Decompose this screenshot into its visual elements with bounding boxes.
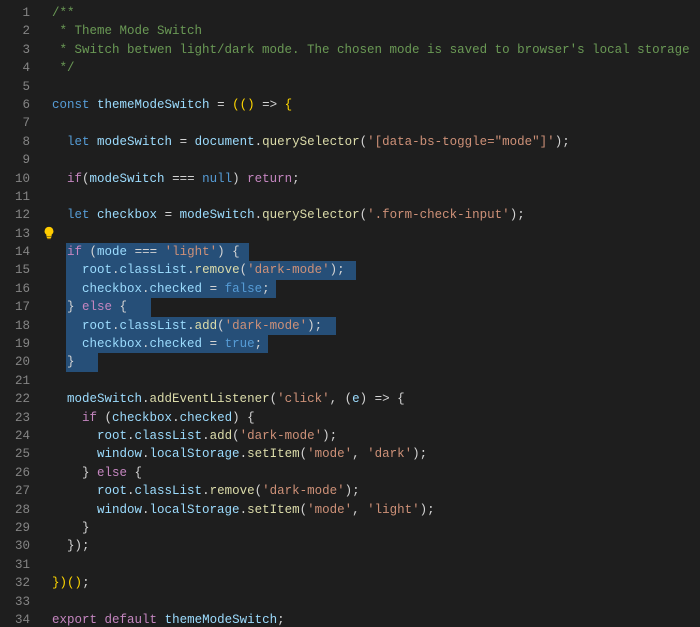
code-line[interactable] [52,78,700,96]
code-text: window.localStorage.setItem('mode', 'dar… [52,447,427,461]
code-line[interactable]: } [52,519,700,537]
code-line[interactable]: })(); [52,574,700,592]
line-number: 10 [0,170,40,188]
code-line[interactable] [52,593,700,611]
line-number: 25 [0,445,40,463]
line-number: 2 [0,22,40,40]
line-number: 4 [0,59,40,77]
line-number: 17 [0,298,40,316]
code-text: root.classList.add('dark-mode'); [52,319,322,333]
code-area[interactable]: /** * Theme Mode Switch * Switch betwen … [40,0,700,627]
code-line[interactable] [52,188,700,206]
code-line[interactable]: root.classList.add('dark-mode'); [52,317,700,335]
line-number: 15 [0,261,40,279]
code-text: const themeModeSwitch = (() => { [52,98,292,112]
code-line[interactable]: if(modeSwitch === null) return; [52,170,700,188]
code-line[interactable]: /** [52,4,700,22]
code-text: * Switch betwen light/dark mode. The cho… [52,43,690,57]
code-line[interactable] [52,556,700,574]
code-line[interactable] [52,372,700,390]
code-line[interactable] [52,225,700,243]
line-number: 5 [0,78,40,96]
line-number-gutter: 1234567891011121314151617181920212223242… [0,0,40,627]
code-line[interactable]: if (mode === 'light') { [52,243,700,261]
code-line[interactable]: */ [52,59,700,77]
code-text: } [52,355,75,369]
code-editor[interactable]: 1234567891011121314151617181920212223242… [0,0,700,627]
code-text: * Theme Mode Switch [52,24,202,38]
line-number: 11 [0,188,40,206]
line-number: 14 [0,243,40,261]
line-number: 16 [0,280,40,298]
line-number: 26 [0,464,40,482]
code-line[interactable]: } else { [52,298,700,316]
code-text: modeSwitch.addEventListener('click', (e)… [52,392,405,406]
line-number: 18 [0,317,40,335]
line-number: 33 [0,593,40,611]
code-text: root.classList.remove('dark-mode'); [52,263,345,277]
code-line[interactable]: * Switch betwen light/dark mode. The cho… [52,41,700,59]
code-text: */ [52,61,75,75]
code-line[interactable]: let checkbox = modeSwitch.querySelector(… [52,206,700,224]
code-text: root.classList.add('dark-mode'); [52,429,337,443]
line-number: 12 [0,206,40,224]
line-number: 13 [0,225,40,243]
line-number: 34 [0,611,40,627]
line-number: 28 [0,501,40,519]
line-number: 27 [0,482,40,500]
code-text: } [52,521,90,535]
code-line[interactable]: * Theme Mode Switch [52,22,700,40]
code-text: if(modeSwitch === null) return; [52,172,300,186]
code-line[interactable]: root.classList.remove('dark-mode'); [52,482,700,500]
line-number: 21 [0,372,40,390]
code-text: export default themeModeSwitch; [52,613,285,627]
code-line[interactable]: root.classList.remove('dark-mode'); [52,261,700,279]
code-text: window.localStorage.setItem('mode', 'lig… [52,503,435,517]
code-text: } else { [52,300,127,314]
code-line[interactable]: checkbox.checked = true; [52,335,700,353]
code-text: let modeSwitch = document.querySelector(… [52,135,570,149]
code-text: checkbox.checked = true; [52,337,262,351]
line-number: 19 [0,335,40,353]
code-text: root.classList.remove('dark-mode'); [52,484,360,498]
code-text: }); [52,539,90,553]
line-number: 7 [0,114,40,132]
code-line[interactable]: }); [52,537,700,555]
code-line[interactable]: export default themeModeSwitch; [52,611,700,627]
line-number: 22 [0,390,40,408]
lightbulb-icon[interactable] [42,226,56,240]
code-text: })(); [52,576,90,590]
line-number: 1 [0,4,40,22]
code-line[interactable]: root.classList.add('dark-mode'); [52,427,700,445]
code-line[interactable]: modeSwitch.addEventListener('click', (e)… [52,390,700,408]
code-line[interactable]: let modeSwitch = document.querySelector(… [52,133,700,151]
code-text: } else { [52,466,142,480]
code-line[interactable]: } [52,353,700,371]
code-line[interactable]: const themeModeSwitch = (() => { [52,96,700,114]
code-text: let checkbox = modeSwitch.querySelector(… [52,208,525,222]
line-number: 29 [0,519,40,537]
code-line[interactable]: } else { [52,464,700,482]
line-number: 23 [0,409,40,427]
code-text: checkbox.checked = false; [52,282,270,296]
line-number: 24 [0,427,40,445]
code-line[interactable]: checkbox.checked = false; [52,280,700,298]
line-number: 6 [0,96,40,114]
code-line[interactable]: window.localStorage.setItem('mode', 'lig… [52,501,700,519]
line-number: 31 [0,556,40,574]
code-line[interactable]: window.localStorage.setItem('mode', 'dar… [52,445,700,463]
line-number: 3 [0,41,40,59]
code-text: /** [52,6,75,20]
code-text: if (mode === 'light') { [52,245,240,259]
code-line[interactable] [52,114,700,132]
code-line[interactable]: if (checkbox.checked) { [52,409,700,427]
line-number: 20 [0,353,40,371]
line-number: 32 [0,574,40,592]
code-text: if (checkbox.checked) { [52,411,255,425]
code-line[interactable] [52,151,700,169]
line-number: 30 [0,537,40,555]
line-number: 8 [0,133,40,151]
line-number: 9 [0,151,40,169]
